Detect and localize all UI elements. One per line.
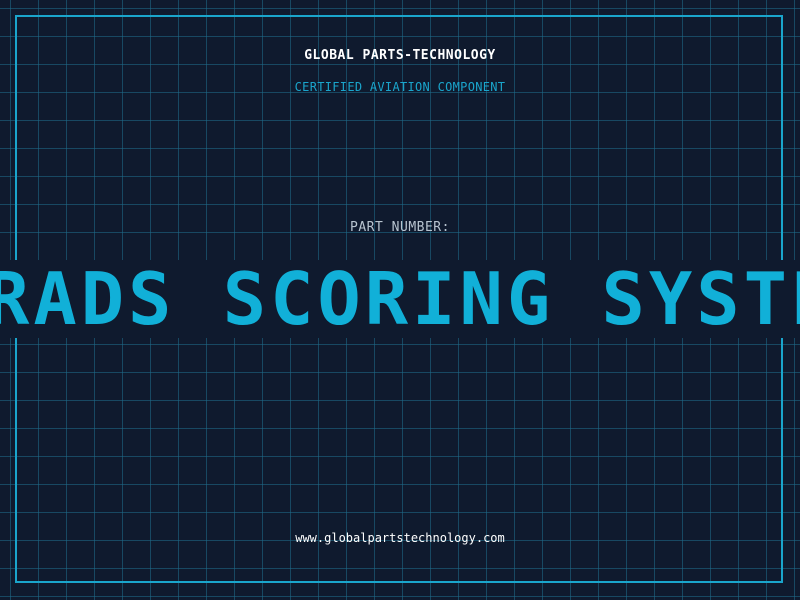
part-number-band: RADS SCORING SYSTEM xyxy=(0,260,800,338)
part-number-label: PART NUMBER: xyxy=(350,220,450,235)
certification-subtitle: CERTIFIED AVIATION COMPONENT xyxy=(294,80,506,94)
company-name: GLOBAL PARTS-TECHNOLOGY xyxy=(304,48,496,63)
part-number-value: RADS SCORING SYSTEM xyxy=(0,260,800,338)
website-url: www.globalpartstechnology.com xyxy=(295,531,505,545)
page: GLOBAL PARTS-TECHNOLOGY CERTIFIED AVIATI… xyxy=(0,0,800,600)
